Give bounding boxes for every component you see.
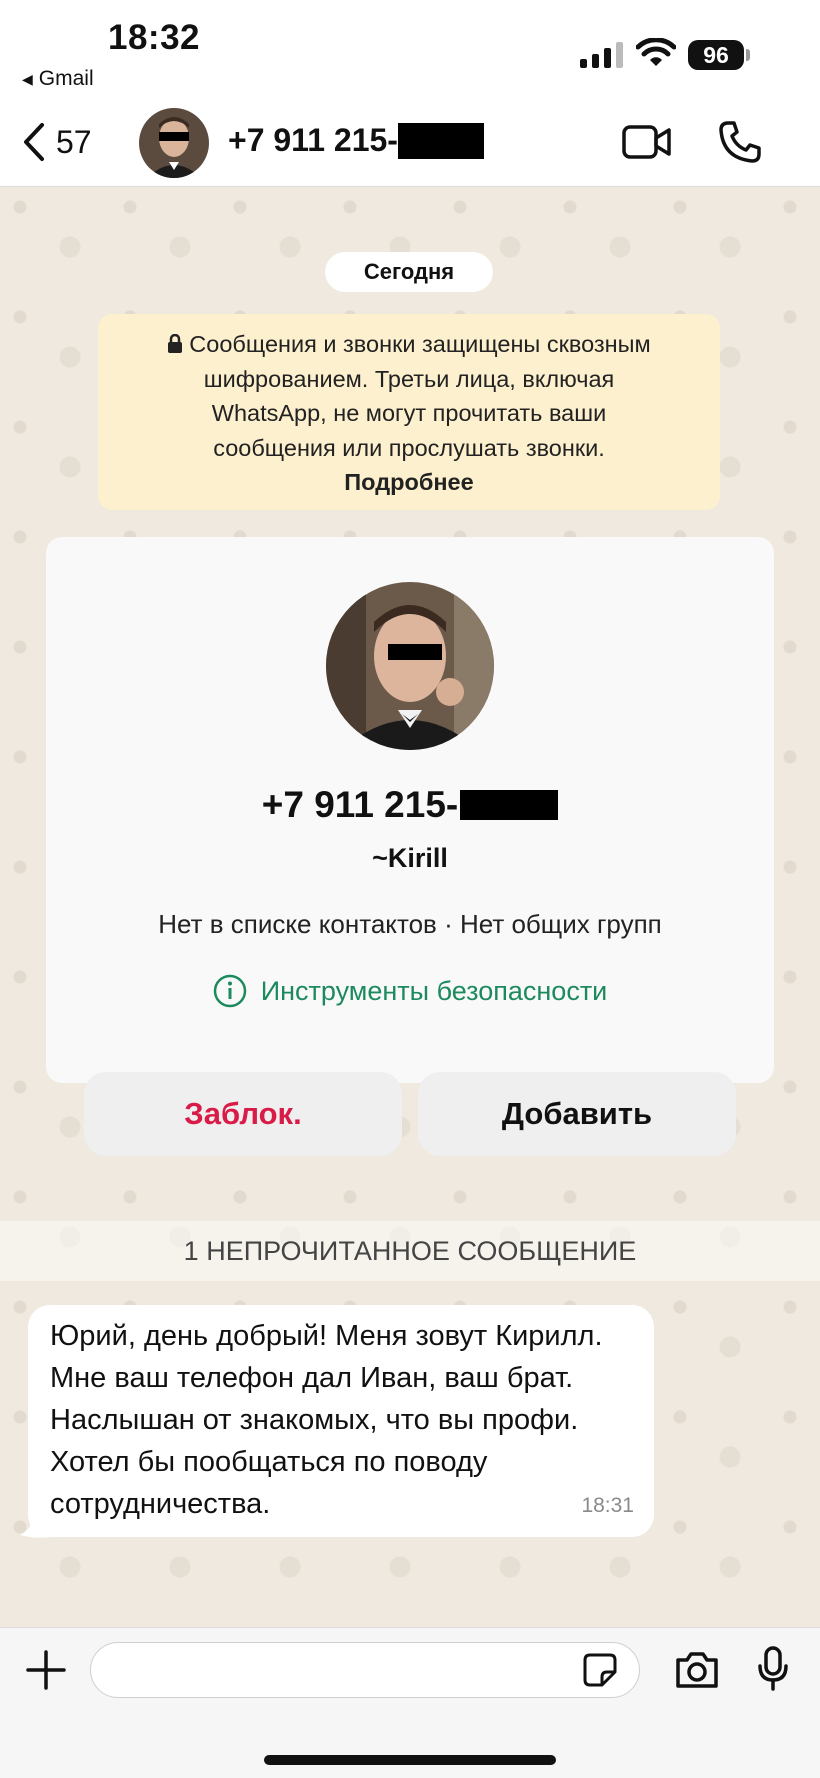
contact-card-phone: +7 911 215-: [46, 784, 774, 826]
battery-indicator: 96: [688, 40, 744, 70]
battery-tip: [746, 49, 750, 61]
encryption-line-2: шифрованием. Третьи лица, включая: [203, 365, 615, 392]
phone-icon[interactable]: [718, 120, 762, 164]
encryption-line-3: WhatsApp, не могут прочитать ваши: [211, 400, 607, 426]
contact-card-info: Нет в списке контактов · Нет общих групп: [158, 909, 662, 939]
wifi-icon: [636, 38, 676, 66]
back-to-app-link[interactable]: ◀ Gmail: [22, 67, 94, 91]
home-indicator: [264, 1755, 556, 1765]
message-input[interactable]: [90, 1642, 640, 1698]
contact-card-avatar[interactable]: [326, 582, 494, 750]
plus-icon[interactable]: [24, 1648, 68, 1692]
redaction-box: [460, 790, 559, 820]
back-app-label: Gmail: [38, 67, 94, 90]
video-call-icon[interactable]: [622, 124, 672, 160]
safety-tools-link[interactable]: Инструменты безопасности: [46, 974, 774, 1008]
back-unread-count: 57: [56, 123, 92, 160]
contact-avatar[interactable]: [139, 108, 209, 178]
back-button[interactable]: 57: [22, 122, 92, 162]
safety-tools-label: Инструменты безопасности: [260, 975, 608, 1006]
unread-messages-divider: 1 НЕПРОЧИТАННОЕ СООБЩЕНИЕ: [0, 1221, 820, 1281]
back-chevron-icon: [24, 123, 44, 161]
status-time: 18:32: [108, 18, 201, 57]
chat-header: 57 +7 911 215-: [0, 100, 820, 187]
add-contact-button[interactable]: Добавить: [418, 1072, 736, 1156]
message-time: 18:31: [581, 1494, 634, 1517]
info-icon: [213, 974, 246, 1008]
status-bar: 18:32 ◀ Gmail 96: [0, 0, 820, 100]
cellular-signal-icon: [580, 42, 623, 68]
back-triangle-icon: ◀: [22, 70, 33, 87]
contact-info-card: +7 911 215- ~Kirill Нет в списке контакт…: [46, 537, 774, 1156]
mic-icon[interactable]: [756, 1646, 790, 1692]
block-button[interactable]: Заблок.: [84, 1072, 402, 1156]
encryption-notice[interactable]: Сообщения и звонки защищены сквозным шиф…: [98, 314, 720, 510]
lock-icon: [168, 333, 183, 353]
redaction-box: [397, 122, 484, 159]
input-bar: [0, 1627, 820, 1778]
sticker-icon[interactable]: [582, 1652, 618, 1688]
chat-area[interactable]: Сегодня Сообщения и звонки защищены скво…: [0, 187, 820, 1627]
learn-more-link[interactable]: Подробнее: [98, 465, 720, 500]
camera-icon[interactable]: [674, 1650, 720, 1690]
chat-title-phone: +7 911 215-: [228, 122, 398, 158]
encryption-line-1: Сообщения и звонки защищены сквозным: [98, 327, 720, 362]
chat-title[interactable]: +7 911 215-: [228, 122, 484, 159]
message-bubble-incoming[interactable]: Юрий, день добрый! Меня зовут Кирилл. Мн…: [28, 1305, 654, 1537]
encryption-line-4: сообщения или прослушать звонки.: [213, 434, 605, 461]
message-text: Юрий, день добрый! Меня зовут Кирилл. Мн…: [50, 1320, 603, 1520]
date-separator: Сегодня: [325, 252, 493, 292]
contact-card-name: ~Kirill: [372, 843, 448, 873]
